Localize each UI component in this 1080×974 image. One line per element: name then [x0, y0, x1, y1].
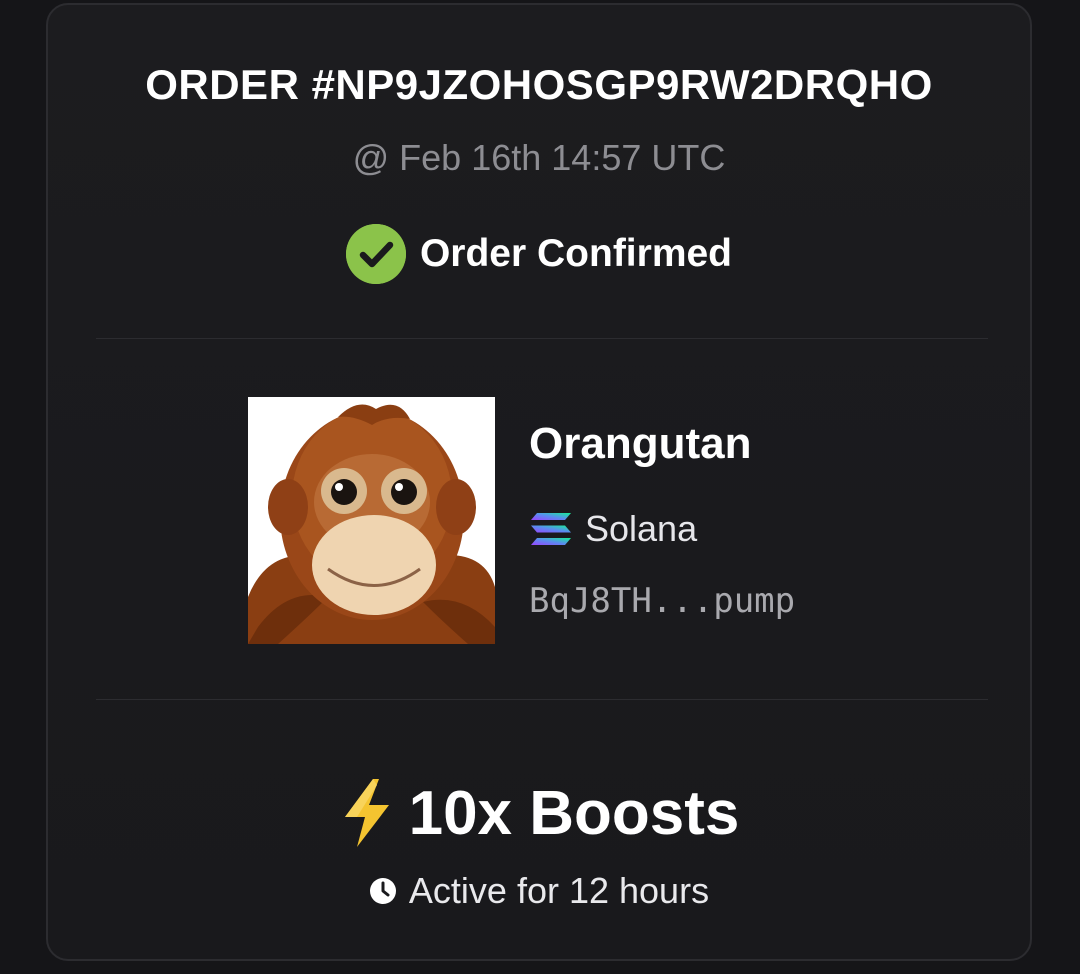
orangutan-plush-image — [248, 397, 495, 644]
token-chain: Solana — [529, 505, 697, 553]
order-status-label: Order Confirmed — [419, 232, 733, 275]
solana-icon — [529, 511, 573, 547]
boost-duration-label: Active for 12 hours — [408, 870, 710, 911]
order-card: ORDER #NP9JZOHOSGP9RW2DRQHO @ Feb 16th 1… — [46, 3, 1032, 961]
lightning-icon — [339, 777, 395, 849]
clock-icon — [369, 877, 397, 905]
divider — [96, 699, 988, 700]
boost-summary: 10x Boosts — [48, 775, 1030, 851]
order-timestamp: @ Feb 16th 14:57 UTC — [352, 137, 726, 178]
order-title: ORDER #NP9JZOHOSGP9RW2DRQHO — [145, 61, 933, 108]
chain-name: Solana — [585, 508, 698, 549]
divider — [96, 338, 988, 339]
order-status: Order Confirmed — [48, 223, 1030, 285]
token-address[interactable]: BqJ8TH...pump — [529, 581, 795, 621]
boost-label: 10x Boosts — [408, 778, 740, 848]
check-circle-icon — [345, 224, 406, 284]
boost-duration: Active for 12 hours — [48, 867, 1030, 915]
token-name: Orangutan — [529, 419, 752, 468]
